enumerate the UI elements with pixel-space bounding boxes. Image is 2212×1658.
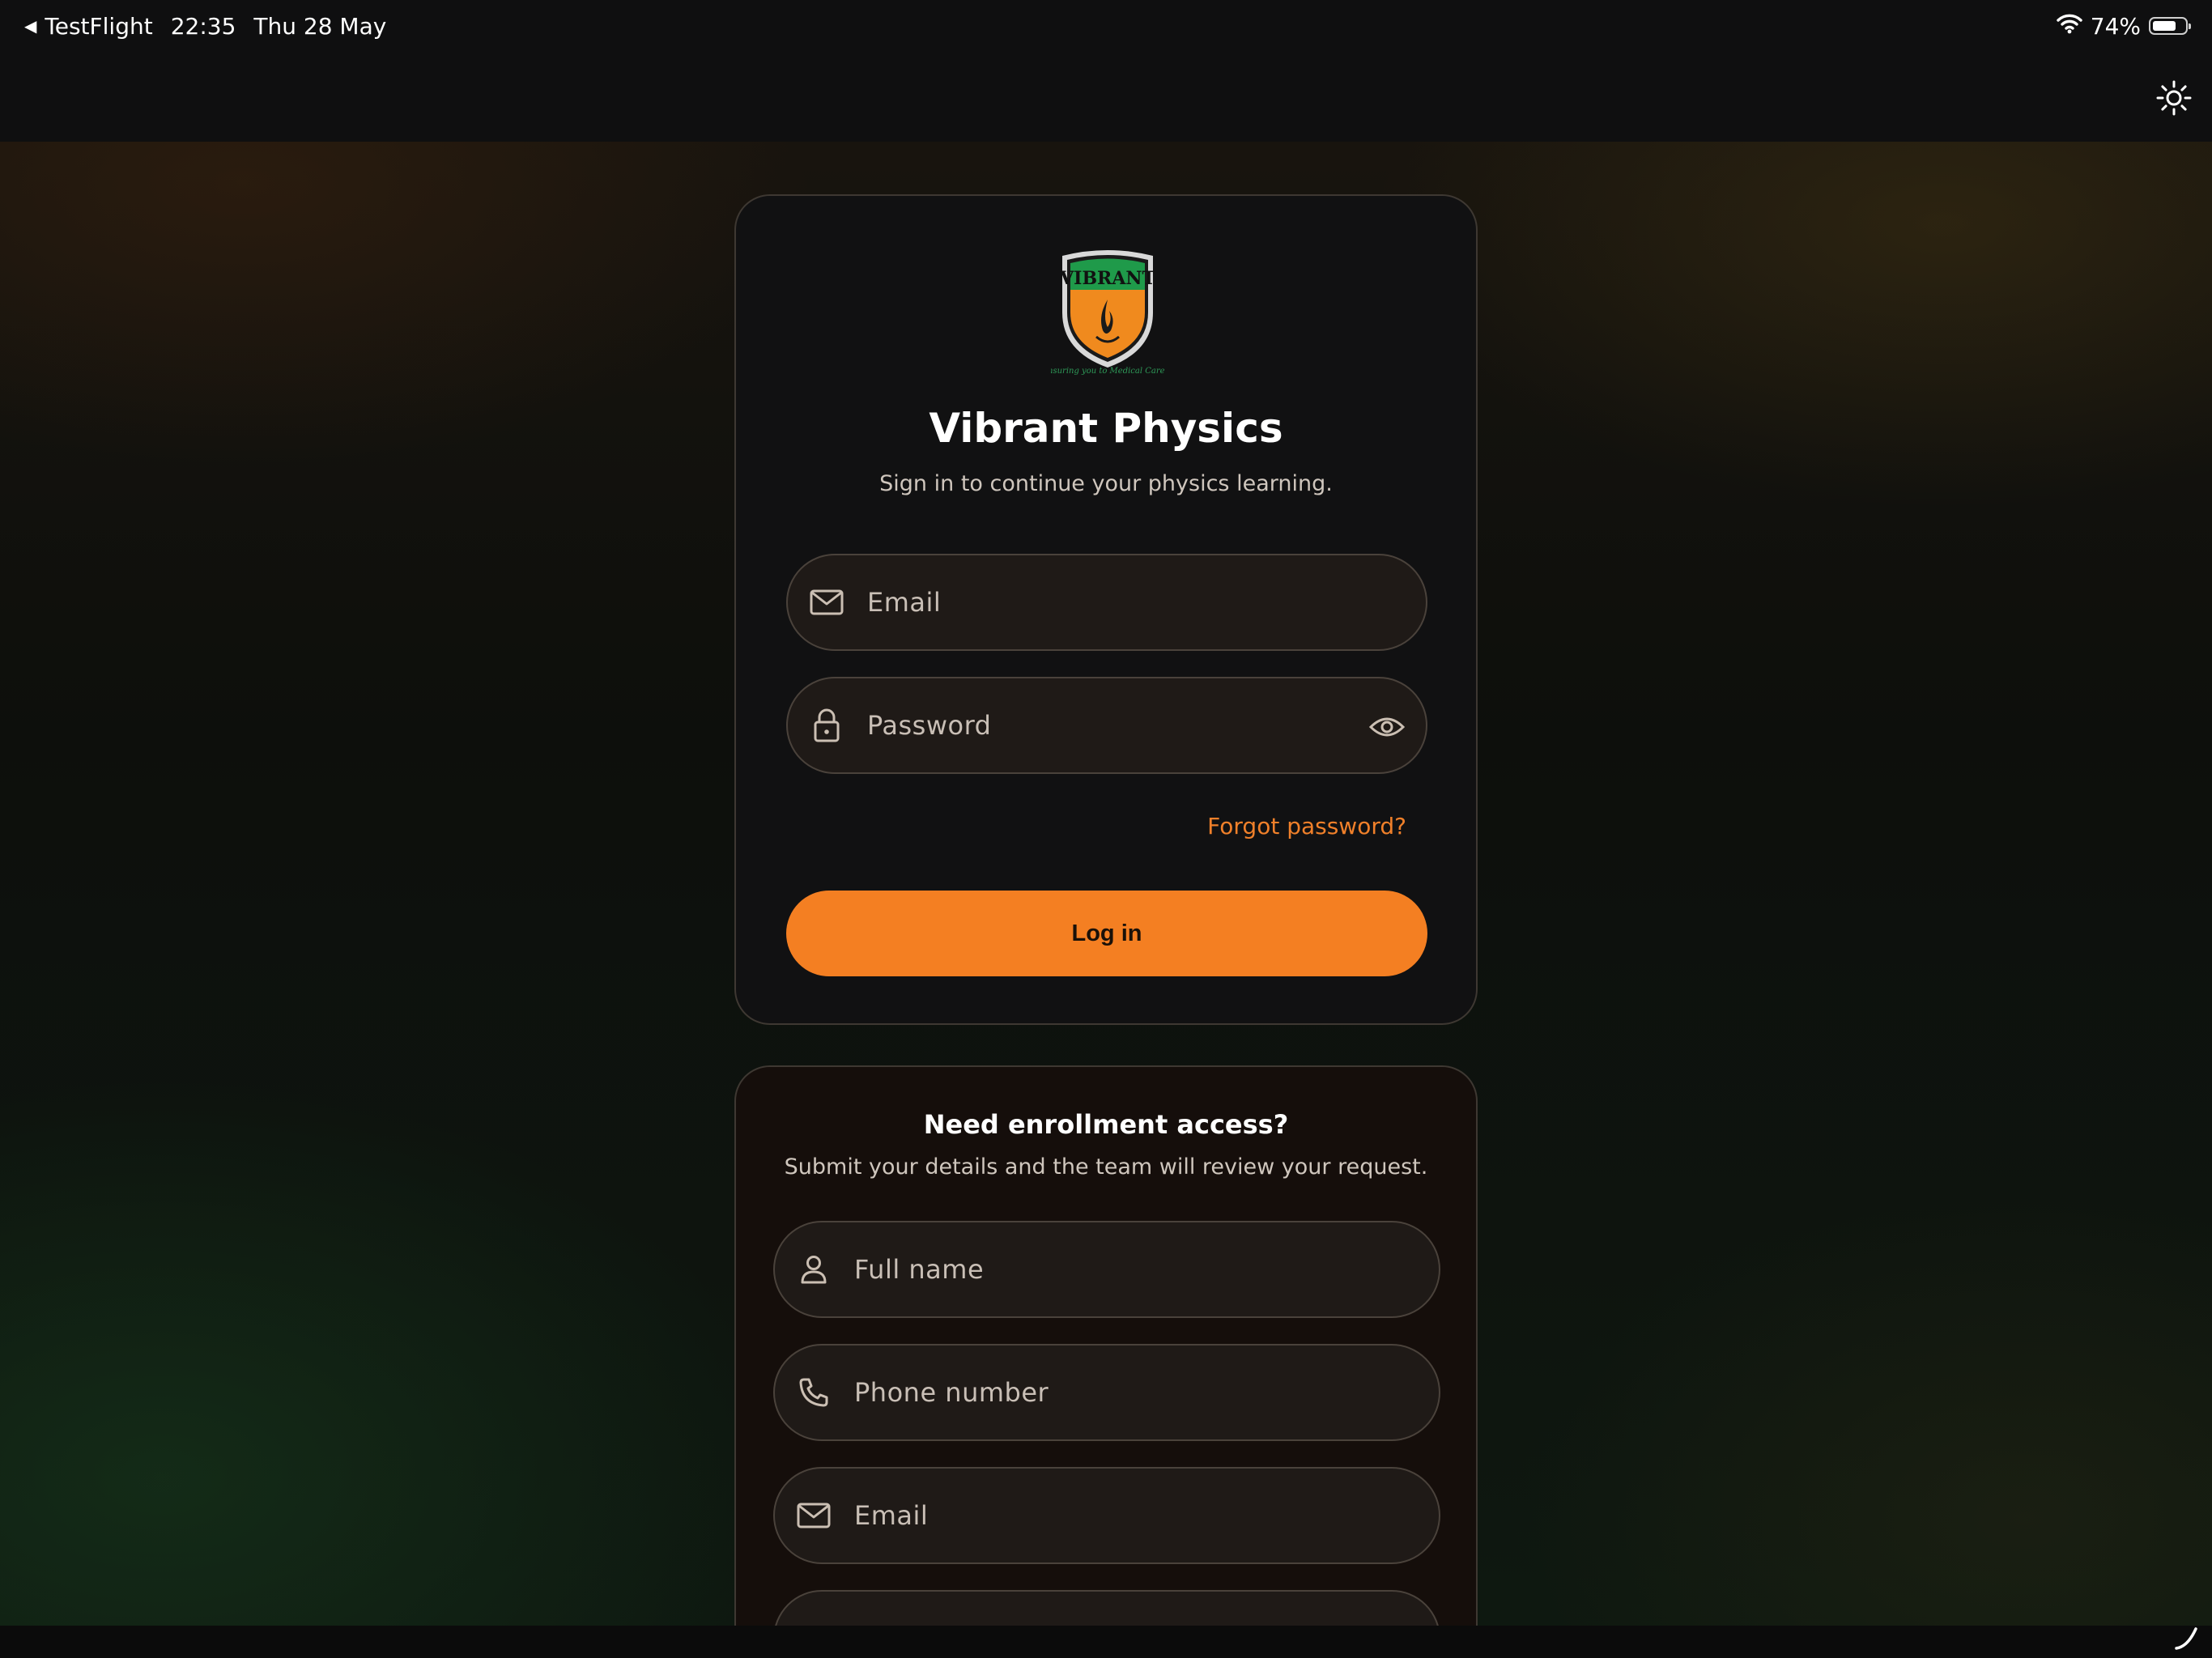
phone-number-field[interactable]: Phone number	[773, 1344, 1440, 1441]
battery-percent: 74%	[2090, 12, 2141, 40]
status-bar-left: ◀ TestFlight 22:35 Thu 28 May	[24, 11, 386, 40]
envelope-icon	[796, 1498, 832, 1533]
phone-icon	[796, 1375, 832, 1410]
svg-text:Ensuring you to Medical Career: Ensuring you to Medical Career	[1051, 367, 1164, 376]
login-email-field[interactable]: Email	[786, 554, 1427, 651]
battery-fill	[2153, 21, 2176, 31]
login-subtitle: Sign in to continue your physics learnin…	[879, 471, 1333, 496]
login-button[interactable]: Log in	[786, 891, 1427, 976]
screen: ◀ TestFlight 22:35 Thu 28 May 74% VIBRAN…	[0, 0, 2212, 1658]
back-arrow-icon[interactable]: ◀	[24, 16, 36, 36]
full-name-placeholder: Full name	[854, 1254, 985, 1285]
enrollment-email-placeholder: Email	[854, 1500, 929, 1531]
wifi-icon	[2057, 13, 2082, 40]
login-email-placeholder: Email	[867, 587, 942, 618]
enrollment-card: Need enrollment access? Submit your deta…	[734, 1065, 1478, 1658]
forgot-password-link[interactable]: Forgot password?	[1207, 813, 1406, 840]
phone-number-placeholder: Phone number	[854, 1377, 1049, 1408]
enrollment-title: Need enrollment access?	[923, 1109, 1289, 1140]
status-bar-right: 74%	[2057, 11, 2191, 40]
login-password-placeholder: Password	[867, 710, 992, 741]
theme-toggle-button[interactable]	[2154, 78, 2194, 118]
person-icon	[796, 1252, 832, 1287]
lock-icon	[809, 708, 844, 743]
battery-icon	[2149, 17, 2191, 35]
svg-text:VIBRANT: VIBRANT	[1059, 268, 1155, 289]
vibrant-logo: VIBRANT Ensuring you to Medical Career	[1041, 246, 1174, 376]
back-app-label[interactable]: TestFlight	[45, 13, 152, 40]
scribble-icon	[2175, 1627, 2197, 1650]
enrollment-subtitle: Submit your details and the team will re…	[784, 1154, 1428, 1180]
enrollment-email-field[interactable]: Email	[773, 1467, 1440, 1564]
bottom-bar	[0, 1626, 2212, 1658]
sun-icon	[2156, 80, 2192, 116]
top-bar: ◀ TestFlight 22:35 Thu 28 May 74%	[0, 0, 2212, 142]
status-time: 22:35	[170, 12, 236, 40]
app-title: Vibrant Physics	[929, 405, 1283, 452]
envelope-icon	[809, 585, 844, 620]
eye-icon[interactable]	[1368, 708, 1406, 746]
status-date: Thu 28 May	[253, 12, 387, 40]
full-name-field[interactable]: Full name	[773, 1221, 1440, 1318]
login-card: VIBRANT Ensuring you to Medical Career V…	[734, 194, 1478, 1025]
login-password-field[interactable]: Password	[786, 677, 1427, 774]
